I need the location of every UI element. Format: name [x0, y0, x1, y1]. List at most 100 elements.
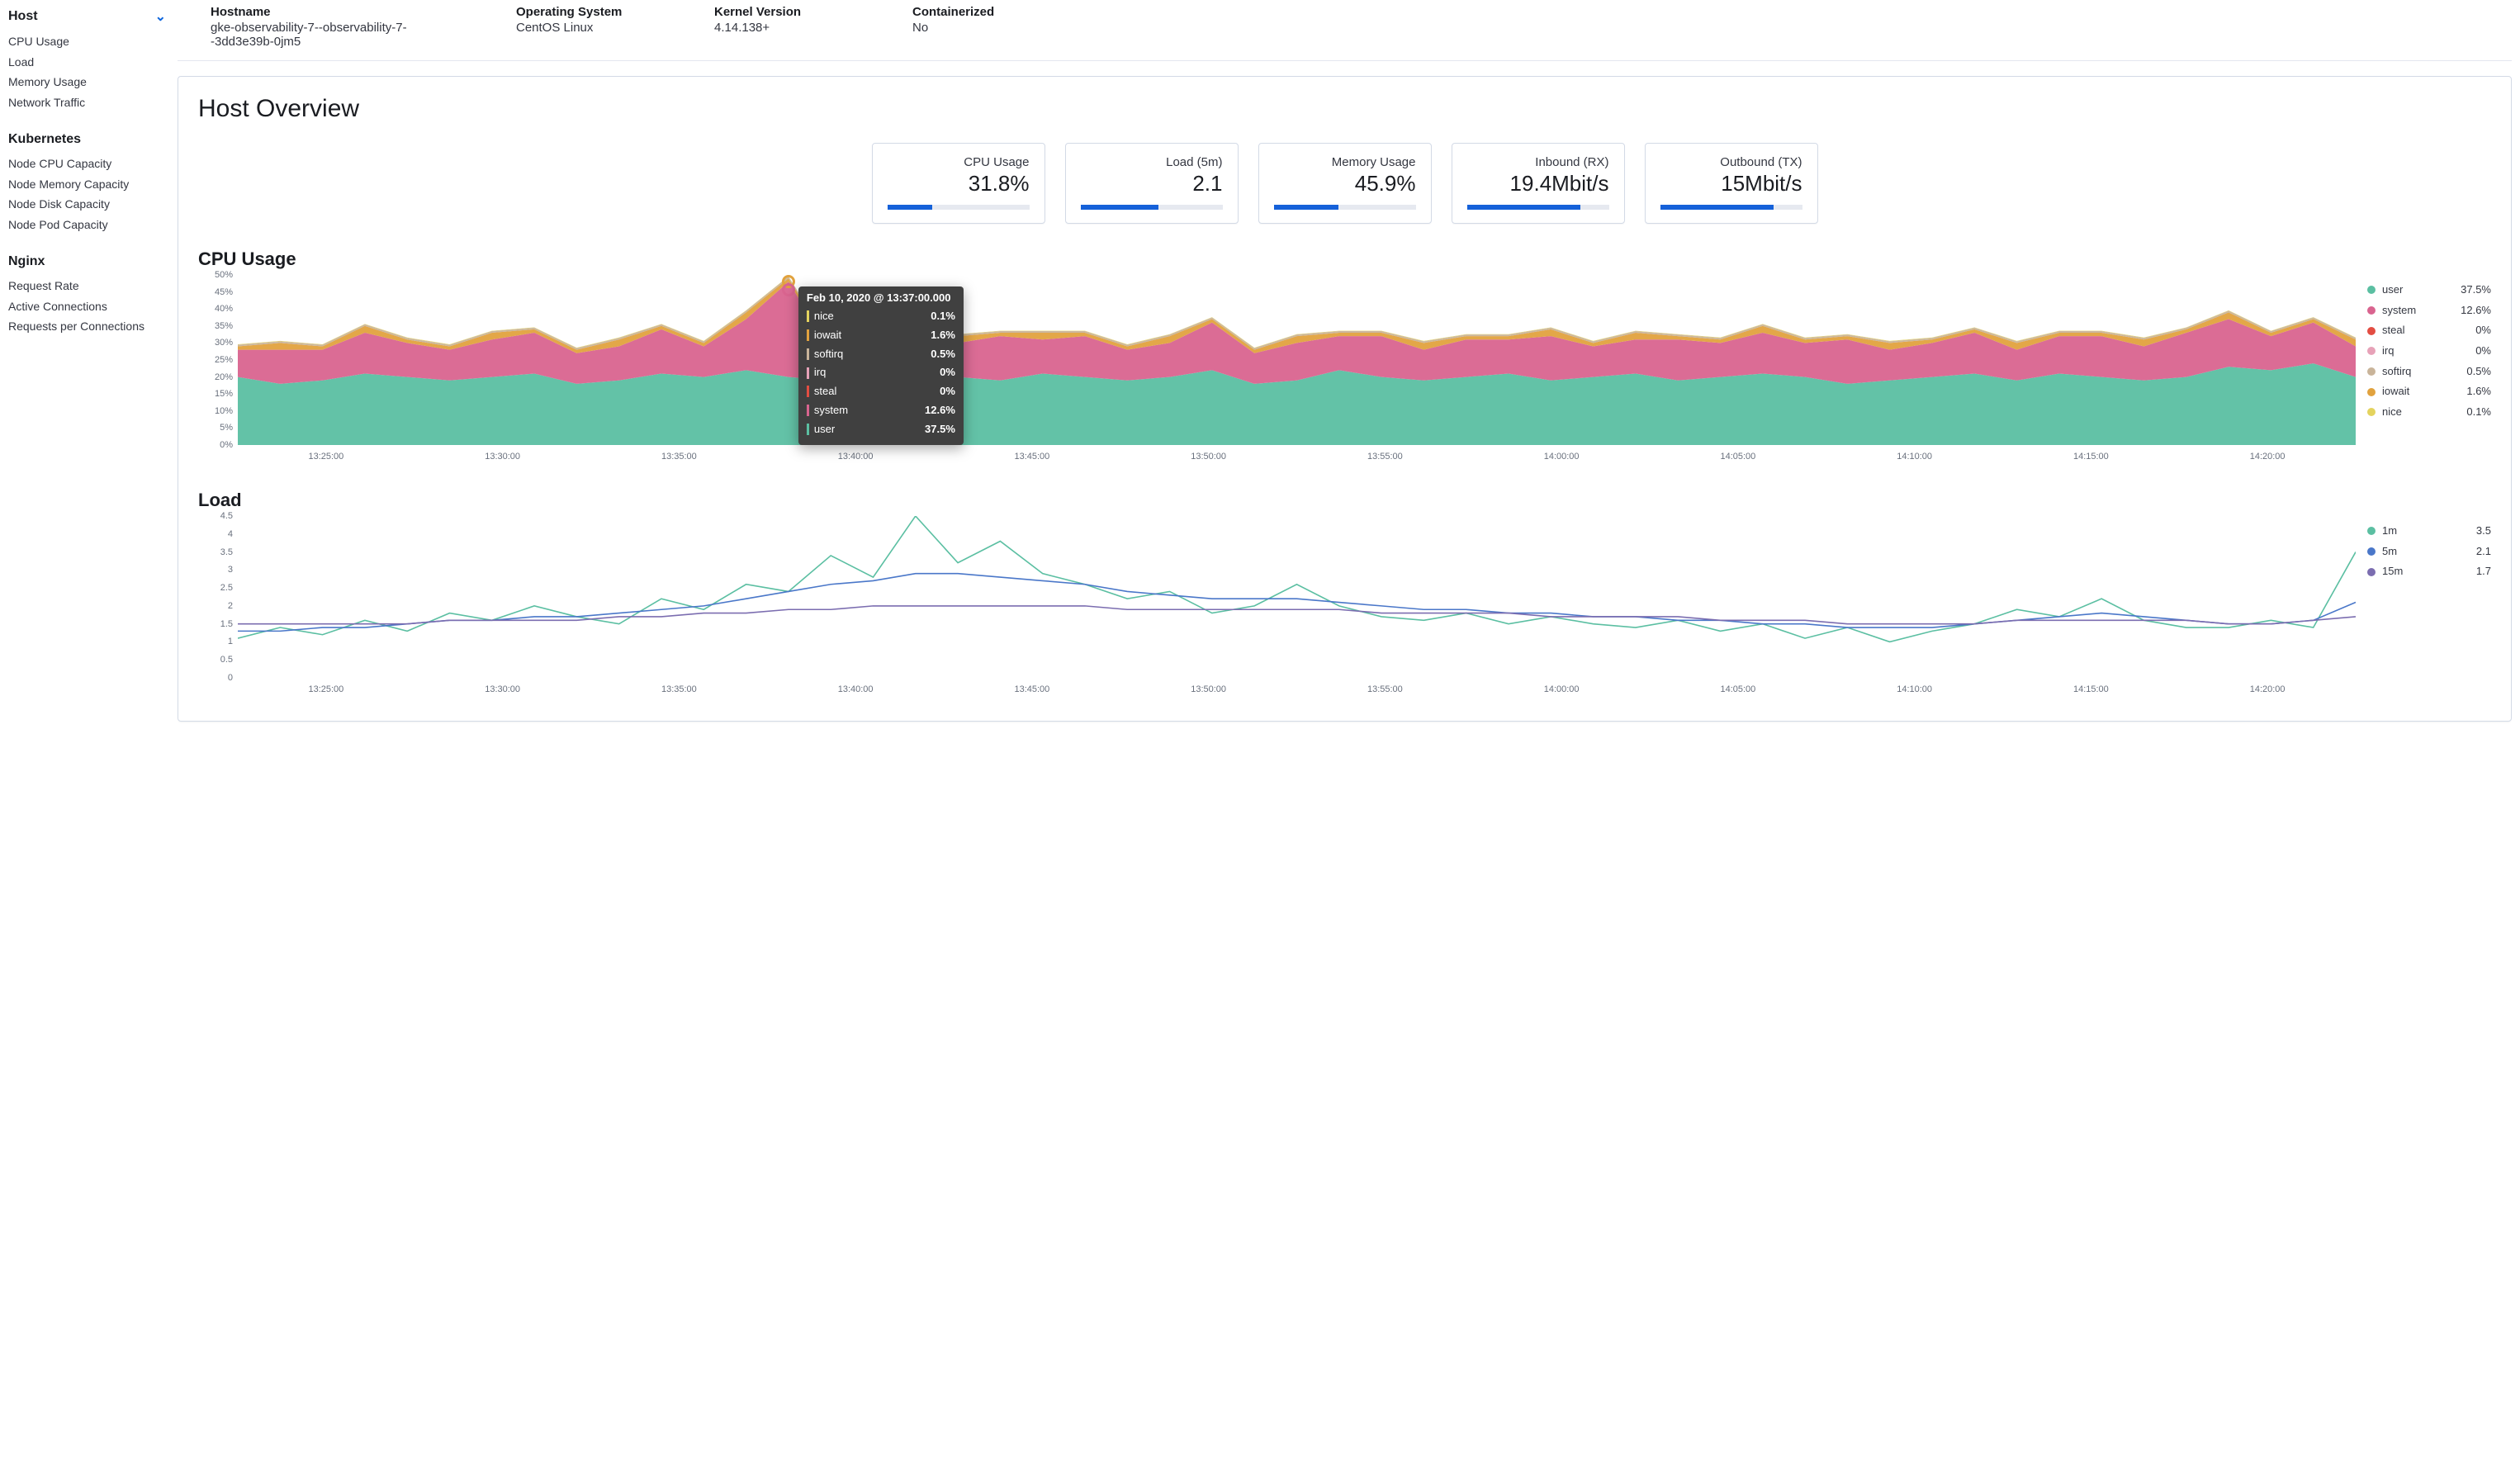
- x-tick: 13:25:00: [308, 452, 343, 462]
- card-label: CPU Usage: [888, 155, 1030, 169]
- legend-item-5m[interactable]: 5m2.1: [2367, 542, 2491, 562]
- legend-label: softirq: [2382, 362, 2411, 382]
- y-tick: 10%: [215, 406, 233, 416]
- sidebar-group-kubernetes[interactable]: Kubernetes: [8, 132, 169, 147]
- legend-value: 37.5%: [2461, 280, 2491, 301]
- y-tick: 1.5: [220, 619, 233, 629]
- sidebar-item-node-disk-capacity[interactable]: Node Disk Capacity: [8, 194, 169, 215]
- x-tick: 14:00:00: [1544, 684, 1580, 694]
- tooltip-row-user: user37.5%: [807, 420, 955, 439]
- sidebar-item-memory-usage[interactable]: Memory Usage: [8, 72, 169, 92]
- legend-label: 1m: [2382, 521, 2397, 542]
- card-label: Inbound (RX): [1467, 155, 1609, 169]
- legend-label: steal: [2382, 320, 2404, 341]
- legend-item-nice[interactable]: nice0.1%: [2367, 402, 2491, 423]
- x-tick: 13:30:00: [485, 684, 520, 694]
- legend-value: 12.6%: [2461, 301, 2491, 321]
- y-tick: 20%: [215, 372, 233, 382]
- legend-item-iowait[interactable]: iowait1.6%: [2367, 381, 2491, 402]
- sidebar-item-request-rate[interactable]: Request Rate: [8, 276, 169, 296]
- legend-label: user: [2382, 280, 2403, 301]
- y-tick: 30%: [215, 338, 233, 348]
- tooltip-time: Feb 10, 2020 @ 13:37:00.000: [807, 291, 955, 304]
- y-tick: 0: [228, 673, 233, 683]
- legend-dot: [2367, 568, 2376, 576]
- sidebar-item-cpu-usage[interactable]: CPU Usage: [8, 31, 169, 52]
- load-chart[interactable]: 00.511.522.533.544.513:25:0013:30:0013:3…: [198, 516, 2356, 698]
- legend-dot: [2367, 286, 2376, 294]
- y-tick: 15%: [215, 389, 233, 399]
- legend-dot: [2367, 388, 2376, 396]
- overview-title: Host Overview: [198, 95, 2491, 123]
- main: Hostname gke-observability-7--observabil…: [178, 0, 2520, 1463]
- load-chart-title: Load: [198, 490, 2491, 511]
- y-tick: 25%: [215, 355, 233, 365]
- overview-cards: CPU Usage31.8%Load (5m)2.1Memory Usage45…: [198, 143, 2491, 224]
- y-tick: 0%: [220, 440, 233, 450]
- y-tick: 4.5: [220, 511, 233, 521]
- card-label: Outbound (TX): [1660, 155, 1802, 169]
- sidebar-item-node-pod-capacity[interactable]: Node Pod Capacity: [8, 215, 169, 235]
- legend-dot: [2367, 547, 2376, 556]
- x-tick: 13:45:00: [1014, 452, 1049, 462]
- x-tick: 14:00:00: [1544, 452, 1580, 462]
- x-tick: 13:55:00: [1367, 452, 1403, 462]
- sidebar-item-network-traffic[interactable]: Network Traffic: [8, 92, 169, 113]
- sidebar-item-requests-per-connections[interactable]: Requests per Connections: [8, 316, 169, 337]
- y-tick: 5%: [220, 423, 233, 433]
- card-bar: [1274, 205, 1416, 210]
- kernel-value: 4.14.138+: [714, 21, 863, 35]
- y-tick: 50%: [215, 270, 233, 280]
- x-tick: 13:35:00: [661, 684, 697, 694]
- legend-item-system[interactable]: system12.6%: [2367, 301, 2491, 321]
- x-tick: 13:35:00: [661, 452, 697, 462]
- y-tick: 45%: [215, 287, 233, 297]
- card-label: Memory Usage: [1274, 155, 1416, 169]
- chart-marker: [782, 283, 795, 296]
- sidebar-item-node-cpu-capacity[interactable]: Node CPU Capacity: [8, 154, 169, 174]
- y-tick: 2: [228, 601, 233, 611]
- x-tick: 14:20:00: [2250, 684, 2286, 694]
- card-value: 31.8%: [888, 171, 1030, 196]
- x-tick: 14:05:00: [1720, 452, 1755, 462]
- legend-item-irq[interactable]: irq0%: [2367, 341, 2491, 362]
- legend-label: 5m: [2382, 542, 2397, 562]
- legend-value: 1.7: [2476, 561, 2491, 582]
- x-tick: 13:50:00: [1191, 684, 1226, 694]
- x-tick: 14:20:00: [2250, 452, 2286, 462]
- containerized-label: Containerized: [912, 5, 1061, 19]
- legend-label: irq: [2382, 341, 2394, 362]
- card-value: 15Mbit/s: [1660, 171, 1802, 196]
- sidebar-item-load[interactable]: Load: [8, 52, 169, 73]
- legend-dot: [2367, 306, 2376, 315]
- cpu-chart-legend: user 37.5%system12.6%steal 0%irq0%softirq0…: [2367, 275, 2491, 423]
- legend-item-15m[interactable]: 15m 1.7: [2367, 561, 2491, 582]
- legend-label: iowait: [2382, 381, 2409, 402]
- sidebar-item-node-memory-capacity[interactable]: Node Memory Capacity: [8, 174, 169, 195]
- legend-dot: [2367, 408, 2376, 416]
- sidebar-group-host[interactable]: Host⌄: [8, 8, 169, 25]
- card-label: Load (5m): [1081, 155, 1223, 169]
- legend-item-user[interactable]: user 37.5%: [2367, 280, 2491, 301]
- kernel-label: Kernel Version: [714, 5, 863, 19]
- overview-card-rx: Inbound (RX)19.4Mbit/s: [1452, 143, 1625, 224]
- legend-item-1m[interactable]: 1m3.5: [2367, 521, 2491, 542]
- load-chart-legend: 1m3.55m2.115m 1.7: [2367, 516, 2491, 582]
- x-tick: 14:10:00: [1897, 684, 1932, 694]
- y-tick: 2.5: [220, 583, 233, 593]
- sidebar-item-active-connections[interactable]: Active Connections: [8, 296, 169, 317]
- tooltip-row-irq: irq0%: [807, 363, 955, 382]
- x-tick: 14:05:00: [1720, 684, 1755, 694]
- cpu-usage-chart[interactable]: 0%5%10%15%20%25%30%35%40%45%50%13:25:001…: [198, 275, 2356, 465]
- card-bar: [888, 205, 1030, 210]
- legend-label: 15m: [2382, 561, 2403, 582]
- legend-item-steal[interactable]: steal 0%: [2367, 320, 2491, 341]
- host-header: Hostname gke-observability-7--observabil…: [178, 0, 2512, 61]
- sidebar-group-nginx[interactable]: Nginx: [8, 254, 169, 269]
- card-bar: [1081, 205, 1223, 210]
- legend-value: 0%: [2475, 320, 2491, 341]
- legend-item-softirq[interactable]: softirq0.5%: [2367, 362, 2491, 382]
- card-value: 45.9%: [1274, 171, 1416, 196]
- tooltip-row-steal: steal0%: [807, 382, 955, 401]
- card-bar: [1660, 205, 1802, 210]
